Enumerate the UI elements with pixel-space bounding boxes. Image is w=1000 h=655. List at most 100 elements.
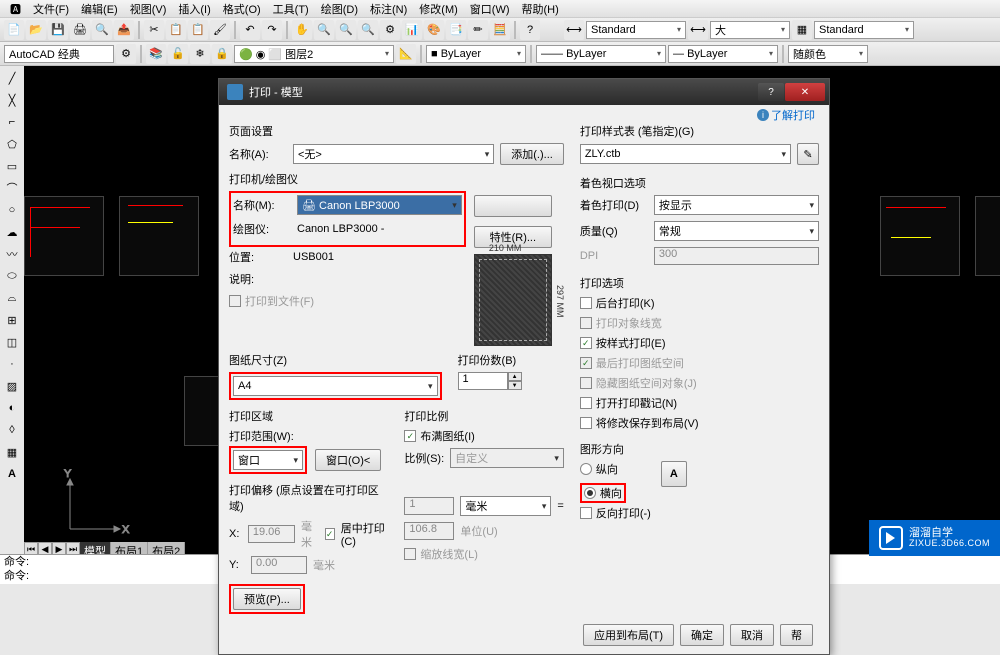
apply-button[interactable]: 应用到布局(T)	[583, 624, 674, 646]
layer-props-icon[interactable]: 📚	[146, 44, 166, 64]
quality-combo[interactable]: 常规	[654, 221, 819, 241]
menu-file[interactable]: 文件(F)	[27, 1, 75, 17]
publish-icon[interactable]: 📤	[114, 20, 134, 40]
dim-icon-2[interactable]: ⟷	[688, 20, 708, 40]
dialog-titlebar[interactable]: 打印 - 模型 ? ✕	[219, 79, 829, 105]
block-icon[interactable]: ◫	[2, 332, 22, 352]
landscape-radio[interactable]	[584, 487, 596, 499]
preview-icon[interactable]: 🔍	[92, 20, 112, 40]
layer-tools-icon[interactable]: 📐	[396, 44, 416, 64]
menu-format[interactable]: 格式(O)	[217, 1, 267, 17]
new-icon[interactable]: 📄	[4, 20, 24, 40]
window-button[interactable]: 窗口(O)<	[315, 449, 381, 471]
menu-draw[interactable]: 绘图(D)	[315, 1, 364, 17]
copy-icon[interactable]: 📋	[166, 20, 186, 40]
menu-insert[interactable]: 插入(I)	[172, 1, 216, 17]
help-icon[interactable]: ?	[520, 20, 540, 40]
save-layout-checkbox[interactable]	[580, 417, 592, 429]
insert-icon[interactable]: ⊞	[2, 310, 22, 330]
undo-icon[interactable]: ↶	[240, 20, 260, 40]
ellipse-arc-icon[interactable]: ⌓	[2, 288, 22, 308]
menu-edit[interactable]: 编辑(E)	[75, 1, 124, 17]
properties-icon[interactable]: ⚙	[380, 20, 400, 40]
zoom-window-icon[interactable]: 🔍	[336, 20, 356, 40]
menu-tools[interactable]: 工具(T)	[267, 1, 315, 17]
open-icon[interactable]: 📂	[26, 20, 46, 40]
print-icon[interactable]: 🖨	[70, 20, 90, 40]
line-icon[interactable]: ╱	[2, 68, 22, 88]
add-button[interactable]: 添加(.)...	[500, 143, 564, 165]
style-table-combo[interactable]: ZLY.ctb	[580, 144, 791, 164]
layer-lock-icon[interactable]: 🔒	[212, 44, 232, 64]
paper-size-combo[interactable]: A4	[233, 376, 438, 396]
layer-state-icon[interactable]: 🔓	[168, 44, 188, 64]
dim-style-combo[interactable]: 大	[710, 21, 790, 39]
rectangle-icon[interactable]: ▭	[2, 156, 22, 176]
learn-print-link[interactable]: i 了解打印	[757, 107, 815, 123]
portrait-radio[interactable]	[580, 463, 592, 475]
zoom-icon[interactable]: 🔍	[314, 20, 334, 40]
sheet-icon[interactable]: 📑	[446, 20, 466, 40]
dcenter-icon[interactable]: 📊	[402, 20, 422, 40]
table-icon[interactable]: ▦	[792, 20, 812, 40]
menu-help[interactable]: 帮助(H)	[516, 1, 565, 17]
table-style-combo[interactable]: Standard	[814, 21, 914, 39]
ellipse-icon[interactable]: ⬭	[2, 266, 22, 286]
table-draw-icon[interactable]: ▦	[2, 442, 22, 462]
point-icon[interactable]: ·	[2, 354, 22, 374]
tool-palette-icon[interactable]: 🎨	[424, 20, 444, 40]
shade-print-combo[interactable]: 按显示	[654, 195, 819, 215]
cut-icon[interactable]: ✂	[144, 20, 164, 40]
zoom-prev-icon[interactable]: 🔍	[358, 20, 378, 40]
menu-view[interactable]: 视图(V)	[124, 1, 173, 17]
cancel-button[interactable]: 取消	[730, 624, 774, 646]
match-icon[interactable]: 🖌	[210, 20, 230, 40]
pan-icon[interactable]: ✋	[292, 20, 312, 40]
menu-window[interactable]: 窗口(W)	[464, 1, 516, 17]
layer-freeze-icon[interactable]: ❄	[190, 44, 210, 64]
linetype-combo[interactable]: —— ByLayer	[536, 45, 666, 63]
hatch-icon[interactable]: ▨	[2, 376, 22, 396]
properties-button[interactable]	[474, 195, 552, 217]
center-checkbox[interactable]	[325, 528, 335, 540]
mtext-icon[interactable]: A	[2, 464, 22, 484]
color-combo[interactable]: ■ ByLayer	[426, 45, 526, 63]
circle-icon[interactable]: ○	[2, 200, 22, 220]
help-button[interactable]: ?	[758, 83, 784, 101]
lineweight-combo[interactable]: — ByLayer	[668, 45, 778, 63]
spin-down-icon[interactable]: ▼	[508, 381, 522, 390]
markup-icon[interactable]: ✏	[468, 20, 488, 40]
spline-icon[interactable]: 〰	[2, 244, 22, 264]
preview-button[interactable]: 预览(P)...	[233, 588, 301, 610]
styles-checkbox[interactable]	[580, 337, 592, 349]
stamp-checkbox[interactable]	[580, 397, 592, 409]
calc-icon[interactable]: 🧮	[490, 20, 510, 40]
copies-input[interactable]: 1	[458, 372, 508, 390]
fit-paper-checkbox[interactable]	[404, 430, 416, 442]
dim-icon[interactable]: ⟷	[564, 20, 584, 40]
workspace-combo[interactable]: AutoCAD 经典	[4, 45, 114, 63]
menu-dimension[interactable]: 标注(N)	[364, 1, 413, 17]
save-icon[interactable]: 💾	[48, 20, 68, 40]
background-checkbox[interactable]	[580, 297, 592, 309]
layer-combo[interactable]: 🟢 ◉ ⬜ 图层2	[234, 45, 394, 63]
gradient-icon[interactable]: ◐	[2, 398, 22, 418]
help-button-footer[interactable]: 帮	[780, 624, 813, 646]
upside-checkbox[interactable]	[580, 507, 592, 519]
edit-style-icon[interactable]: ✎	[797, 143, 819, 165]
plotstyle-combo[interactable]: 随颜色	[788, 45, 868, 63]
ok-button[interactable]: 确定	[680, 624, 724, 646]
menu-modify[interactable]: 修改(M)	[413, 1, 464, 17]
region-icon[interactable]: ◊	[2, 420, 22, 440]
print-area-combo[interactable]: 窗口	[233, 450, 303, 470]
paste-icon[interactable]: 📋	[188, 20, 208, 40]
polygon-icon[interactable]: ⬠	[2, 134, 22, 154]
printer-combo[interactable]: 🖨 Canon LBP3000	[297, 195, 462, 215]
redo-icon[interactable]: ↷	[262, 20, 282, 40]
pline-icon[interactable]: ⌐	[2, 112, 22, 132]
close-button[interactable]: ✕	[785, 83, 825, 101]
arc-icon[interactable]: ⌒	[2, 178, 22, 198]
text-style-combo[interactable]: Standard	[586, 21, 686, 39]
xline-icon[interactable]: ╳	[2, 90, 22, 110]
spin-up-icon[interactable]: ▲	[508, 372, 522, 381]
